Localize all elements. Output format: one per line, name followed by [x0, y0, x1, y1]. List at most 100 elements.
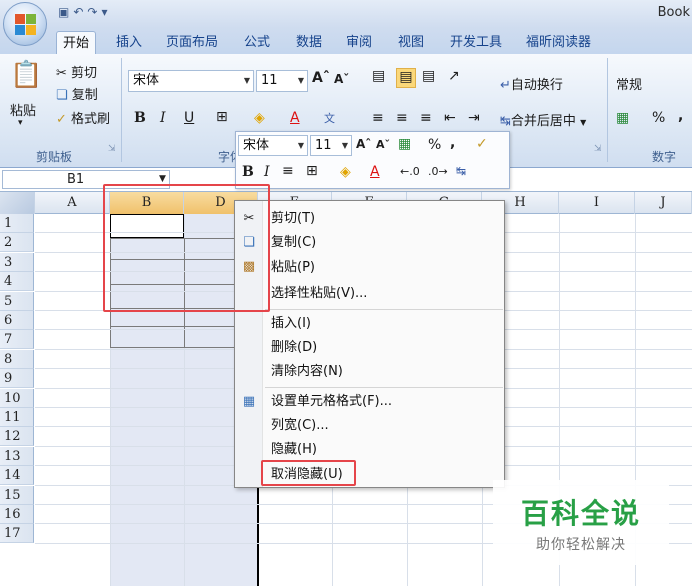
- row-header[interactable]: 12: [0, 427, 34, 447]
- align-top-icon[interactable]: ▤: [372, 68, 385, 84]
- decrease-indent-icon[interactable]: ⇤: [444, 110, 456, 126]
- merge-center-button[interactable]: ↹合并后居中 ▼: [500, 110, 586, 129]
- grow-font-icon[interactable]: Aˆ: [312, 70, 330, 86]
- menu-item-insert[interactable]: 插入(I): [271, 313, 311, 335]
- row-header[interactable]: 15: [0, 485, 34, 505]
- tab-foxit-reader[interactable]: 福昕阅读器: [520, 31, 597, 54]
- row-header[interactable]: 17: [0, 524, 34, 544]
- underline-button[interactable]: U: [184, 110, 194, 126]
- mini-merge-icon[interactable]: ↹: [456, 164, 466, 178]
- row-header[interactable]: 11: [0, 408, 34, 427]
- menu-item-paste[interactable]: 粘贴(P): [271, 257, 315, 279]
- row-header[interactable]: 7: [0, 330, 34, 350]
- row-header[interactable]: 9: [0, 369, 34, 389]
- mini-accounting-icon[interactable]: ▦: [398, 136, 411, 152]
- office-button[interactable]: [3, 2, 47, 46]
- wrap-text-button[interactable]: ↵自动换行: [500, 74, 563, 93]
- number-group-label: 数字: [652, 150, 677, 164]
- increase-indent-icon[interactable]: ⇥: [468, 110, 480, 126]
- mini-increase-decimal-icon[interactable]: ←.0: [400, 165, 420, 178]
- align-middle-icon[interactable]: ▤: [396, 68, 416, 88]
- menu-item-paste-special[interactable]: 选择性粘贴(V)...: [271, 283, 367, 305]
- undo-icon[interactable]: ↶: [73, 5, 83, 19]
- select-all-corner[interactable]: [0, 192, 35, 214]
- format-painter-label: 格式刷: [71, 112, 111, 127]
- align-bottom-icon[interactable]: ▤: [422, 68, 435, 84]
- tab-developer[interactable]: 开发工具: [444, 31, 508, 54]
- borders-icon[interactable]: ⊞: [216, 109, 228, 125]
- menu-item-delete[interactable]: 删除(D): [271, 337, 317, 359]
- menu-item-copy[interactable]: 复制(C): [271, 232, 316, 254]
- row-header[interactable]: 3: [0, 252, 34, 272]
- orientation-icon[interactable]: ↗: [448, 68, 460, 84]
- phonetic-icon[interactable]: 文: [324, 110, 335, 126]
- tab-formulas[interactable]: 公式: [238, 31, 276, 54]
- tab-view[interactable]: 视图: [392, 31, 430, 54]
- row-header[interactable]: 5: [0, 291, 34, 311]
- mini-percent-button[interactable]: %: [428, 137, 441, 153]
- mini-shrink-font-icon[interactable]: Aˇ: [376, 138, 390, 151]
- column-header-j[interactable]: J: [635, 192, 692, 214]
- row-header[interactable]: 6: [0, 311, 34, 330]
- save-icon[interactable]: ▣: [58, 5, 69, 19]
- mini-format-painter-icon[interactable]: ✓: [476, 136, 488, 152]
- row-header[interactable]: 1: [0, 214, 34, 233]
- format-painter-button[interactable]: ✓ 格式刷: [56, 108, 110, 127]
- row-header[interactable]: 8: [0, 349, 34, 369]
- font-size-combo[interactable]: 11 ▼: [256, 70, 308, 92]
- tab-page-layout[interactable]: 页面布局: [160, 31, 224, 54]
- menu-item-column-width[interactable]: 列宽(C)...: [271, 415, 329, 437]
- mini-bold-button[interactable]: B: [242, 164, 254, 180]
- align-left-icon[interactable]: ≡: [372, 110, 384, 126]
- mini-fill-color-icon[interactable]: ◈: [340, 164, 351, 180]
- redo-icon[interactable]: ↷: [87, 5, 97, 19]
- mini-font-name-combo[interactable]: 宋体 ▼: [238, 135, 308, 156]
- menu-item-cut[interactable]: 剪切(T): [271, 208, 315, 230]
- menu-item-hide[interactable]: 隐藏(H): [271, 439, 317, 461]
- column-header-a[interactable]: A: [35, 192, 110, 214]
- tab-review[interactable]: 审阅: [340, 31, 378, 54]
- paste-icon[interactable]: 📋: [10, 60, 42, 90]
- row-header[interactable]: 2: [0, 233, 34, 253]
- accounting-format-icon[interactable]: ▦: [616, 110, 629, 126]
- mini-italic-button[interactable]: I: [264, 164, 270, 180]
- clipboard-launcher-icon[interactable]: ⇲: [108, 144, 116, 154]
- row-header[interactable]: 13: [0, 446, 34, 466]
- mini-font-size-combo[interactable]: 11 ▼: [310, 135, 352, 156]
- tab-data[interactable]: 数据: [290, 31, 328, 54]
- column-header-i[interactable]: I: [559, 192, 635, 214]
- alignment-launcher-icon[interactable]: ⇲: [594, 144, 602, 154]
- mini-align-center-icon[interactable]: ≡: [282, 163, 294, 179]
- fill-color-icon[interactable]: ◈: [254, 110, 265, 126]
- mini-font-color-icon[interactable]: A: [370, 164, 380, 180]
- font-color-icon[interactable]: A: [290, 110, 300, 126]
- percent-button[interactable]: %: [652, 110, 665, 126]
- highlight-unhide-box: [261, 460, 356, 486]
- mini-comma-button[interactable]: ,: [450, 135, 455, 151]
- align-right-icon[interactable]: ≡: [420, 110, 432, 126]
- row-header[interactable]: 14: [0, 466, 34, 486]
- row-header[interactable]: 16: [0, 505, 34, 524]
- mini-decrease-decimal-icon[interactable]: .0→: [428, 165, 448, 178]
- tab-insert[interactable]: 插入: [110, 31, 148, 54]
- comma-button[interactable]: ,: [678, 108, 683, 124]
- row-header[interactable]: 10: [0, 388, 34, 408]
- customize-qat-icon[interactable]: ▾: [101, 5, 107, 19]
- menu-item-clear-contents[interactable]: 清除内容(N): [271, 361, 343, 383]
- tab-home[interactable]: 开始: [56, 31, 97, 54]
- number-format-combo[interactable]: 常规: [616, 74, 642, 93]
- menu-item-format-cells[interactable]: 设置单元格格式(F)...: [271, 391, 392, 413]
- context-menu: ✂ 剪切(T) ❏ 复制(C) ▩ 粘贴(P) 选择性粘贴(V)... 插入(I…: [234, 200, 505, 488]
- row-header[interactable]: 4: [0, 272, 34, 292]
- bold-button[interactable]: B: [134, 110, 146, 126]
- font-name-combo[interactable]: 宋体 ▼: [128, 70, 254, 92]
- cut-button[interactable]: ✂ 剪切: [56, 62, 97, 81]
- paste-button[interactable]: 粘贴: [10, 100, 36, 119]
- mini-grow-font-icon[interactable]: Aˆ: [356, 137, 371, 151]
- shrink-font-icon[interactable]: Aˇ: [334, 72, 349, 86]
- paste-dropdown-icon[interactable]: ▾: [18, 118, 23, 128]
- align-center-icon[interactable]: ≡: [396, 110, 408, 126]
- mini-borders-icon[interactable]: ⊞: [306, 163, 318, 179]
- italic-button[interactable]: I: [160, 110, 166, 126]
- copy-button[interactable]: ❏ 复制: [56, 84, 98, 103]
